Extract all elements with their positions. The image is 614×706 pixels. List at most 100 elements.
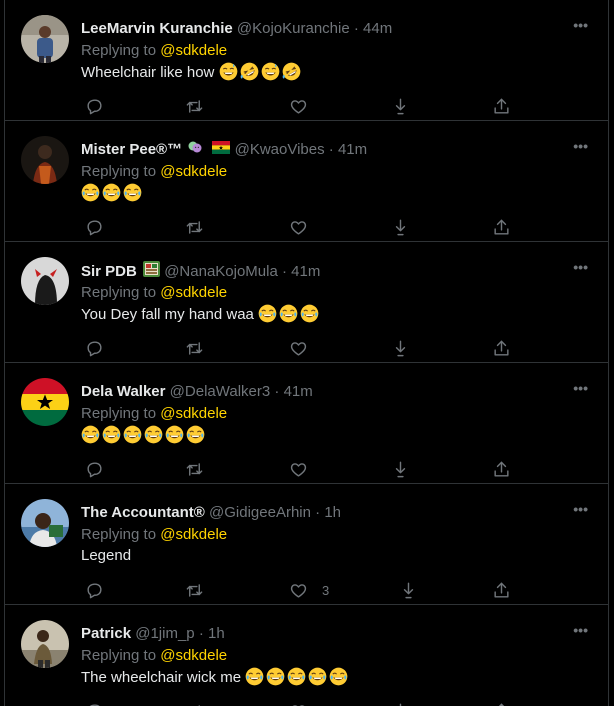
mention-link[interactable]: @sdkdele xyxy=(160,405,227,422)
display-name[interactable]: Mister Pee®™ xyxy=(81,141,182,158)
timestamp[interactable]: 1h xyxy=(324,504,341,521)
download-button[interactable] xyxy=(399,580,418,600)
heart-icon xyxy=(289,97,308,116)
more-options-icon[interactable]: ••• xyxy=(573,380,588,396)
replying-to: Replying to @sdkdele xyxy=(81,404,227,424)
timestamp[interactable]: 44m xyxy=(363,20,392,37)
reply-button[interactable] xyxy=(85,338,104,358)
mention-link[interactable]: @sdkdele xyxy=(160,284,227,301)
avatar[interactable] xyxy=(21,499,69,547)
reply-button[interactable] xyxy=(85,96,104,116)
download-button[interactable] xyxy=(391,96,410,116)
mention-link[interactable]: @sdkdele xyxy=(160,526,227,543)
avatar[interactable] xyxy=(21,378,69,426)
share-button[interactable] xyxy=(492,580,511,600)
emoji-joy-icon xyxy=(165,425,184,444)
user-handle[interactable]: @GidigeeArhin xyxy=(209,504,311,521)
more-options-icon[interactable]: ••• xyxy=(573,501,588,517)
emoji-grinning-sweat-icon xyxy=(219,62,237,81)
user-handle[interactable]: @DelaWalker3 xyxy=(170,383,271,400)
retweet-button[interactable] xyxy=(185,580,204,600)
tweet-body: Legend xyxy=(81,547,132,564)
like-button[interactable] xyxy=(289,217,308,237)
tweet-header: Patrick @1jim_p · 1h xyxy=(81,624,578,644)
separator-dot: · xyxy=(353,20,359,37)
like-button[interactable] xyxy=(289,459,308,479)
mention-link[interactable]: @sdkdele xyxy=(160,42,227,59)
download-icon xyxy=(391,460,410,479)
timestamp[interactable]: 41m xyxy=(284,383,313,400)
emoji-joy-icon xyxy=(266,667,285,686)
user-handle[interactable]: @KwaoVibes xyxy=(235,141,325,158)
display-name[interactable]: Patrick xyxy=(81,625,131,642)
reply-button[interactable] xyxy=(85,580,104,600)
emoji-row xyxy=(81,425,207,444)
retweet-button[interactable] xyxy=(185,96,204,116)
emoji-joy-icon xyxy=(186,425,205,444)
reply-button[interactable] xyxy=(85,701,104,706)
avatar[interactable] xyxy=(21,136,69,184)
retweet-button[interactable] xyxy=(185,459,204,479)
emoji-row xyxy=(81,183,144,202)
more-options-icon[interactable]: ••• xyxy=(573,17,588,33)
reply-icon xyxy=(85,702,104,706)
avatar[interactable] xyxy=(21,15,69,63)
user-handle[interactable]: @NanaKojoMula xyxy=(164,263,278,280)
tweet-header: The Accountant® @GidigeeArhin · 1h xyxy=(81,503,578,523)
more-options-icon[interactable]: ••• xyxy=(573,138,588,154)
user-handle[interactable]: @KojoKuranchie xyxy=(237,20,350,37)
timestamp[interactable]: 41m xyxy=(291,263,320,280)
tweet[interactable]: Dela Walker @DelaWalker3 · 41m ••• Reply… xyxy=(5,363,608,484)
timestamp[interactable]: 41m xyxy=(338,141,367,158)
share-button[interactable] xyxy=(492,701,511,706)
download-button[interactable] xyxy=(391,217,410,237)
replying-prefix: Replying to xyxy=(81,284,157,301)
retweet-button[interactable] xyxy=(185,701,204,706)
like-button[interactable] xyxy=(289,96,308,116)
tweet-text: You Dey fall my hand waa xyxy=(81,304,321,325)
more-options-icon[interactable]: ••• xyxy=(573,622,588,638)
tweet[interactable]: Mister Pee®™ @KwaoVibes · 41m ••• Replyi… xyxy=(5,121,608,242)
emoji-joy-icon xyxy=(102,425,121,444)
mention-link[interactable]: @sdkdele xyxy=(160,647,227,664)
like-button[interactable]: 3 xyxy=(289,580,329,600)
reply-button[interactable] xyxy=(85,217,104,237)
retweet-button[interactable] xyxy=(185,338,204,358)
download-button[interactable] xyxy=(391,701,410,706)
display-name[interactable]: The Accountant® xyxy=(81,504,205,521)
mention-link[interactable]: @sdkdele xyxy=(160,163,227,180)
tweet[interactable]: LeeMarvin Kuranchie @KojoKuranchie · 44m… xyxy=(5,0,608,121)
tweet[interactable]: Sir PDB @NanaKojoMula · 41m ••• Replying… xyxy=(5,242,608,363)
like-button[interactable] xyxy=(289,338,308,358)
more-options-icon[interactable]: ••• xyxy=(573,259,588,275)
emoji-joy-icon xyxy=(329,667,348,686)
share-button[interactable] xyxy=(492,96,511,116)
avatar[interactable] xyxy=(21,620,69,668)
timestamp[interactable]: 1h xyxy=(208,625,225,642)
display-name[interactable]: Dela Walker xyxy=(81,383,166,400)
emoji-rofl-icon xyxy=(240,62,258,81)
download-button[interactable] xyxy=(391,338,410,358)
avatar[interactable] xyxy=(21,257,69,305)
emoji-joy-icon xyxy=(123,425,142,444)
download-button[interactable] xyxy=(391,459,410,479)
download-icon xyxy=(391,97,410,116)
reply-button[interactable] xyxy=(85,459,104,479)
user-handle[interactable]: @1jim_p xyxy=(135,625,194,642)
tweet[interactable]: The Accountant® @GidigeeArhin · 1h ••• R… xyxy=(5,484,608,605)
separator-dot: · xyxy=(328,141,334,158)
theater-masks-icon xyxy=(188,140,202,160)
emoji-joy-icon xyxy=(81,183,100,202)
display-name[interactable]: Sir PDB xyxy=(81,263,137,280)
retweet-button[interactable] xyxy=(185,217,204,237)
share-button[interactable] xyxy=(492,217,511,237)
share-button[interactable] xyxy=(492,338,511,358)
retweet-icon xyxy=(185,339,204,358)
tweet[interactable]: Patrick @1jim_p · 1h ••• Replying to @sd… xyxy=(5,605,608,706)
emoji-row xyxy=(245,667,350,686)
display-name[interactable]: LeeMarvin Kuranchie xyxy=(81,20,233,37)
share-button[interactable] xyxy=(492,459,511,479)
reply-icon xyxy=(85,218,104,237)
like-count: 3 xyxy=(322,582,330,598)
like-button[interactable] xyxy=(289,701,308,706)
